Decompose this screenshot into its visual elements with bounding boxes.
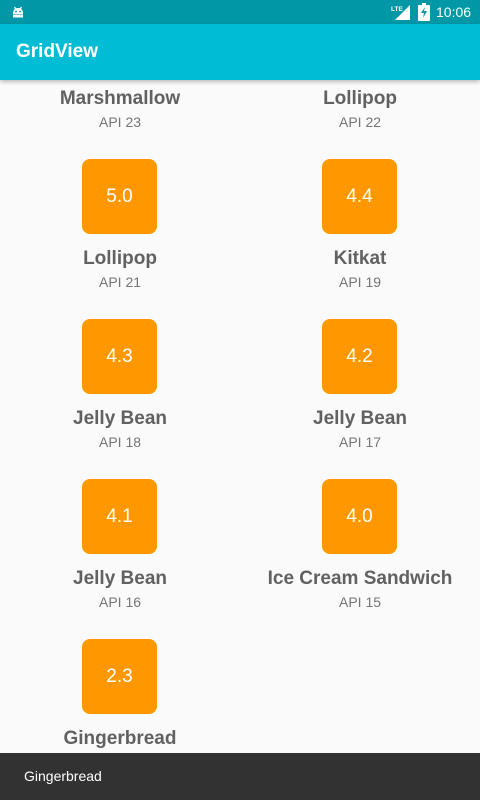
lte-signal-icon: LTE <box>391 5 410 20</box>
api-level-label: API 18 <box>98 434 142 450</box>
grid-item[interactable]: 2.3GingerbreadAPI 10 <box>0 619 240 753</box>
version-badge: 4.0 <box>322 479 397 554</box>
grid-item[interactable]: 4.4 Kitkat API 19 <box>240 139 480 299</box>
codename-label: Lollipop <box>323 88 397 109</box>
version-badge: 4.3 <box>82 319 157 394</box>
svg-text:LTE: LTE <box>391 6 403 13</box>
version-badge: 5.0 <box>82 159 157 234</box>
api-level-label: API 17 <box>338 434 382 450</box>
toast: Gingerbread <box>0 753 480 800</box>
app-bar: GridView <box>0 24 480 80</box>
toast-message: Gingerbread <box>24 768 102 784</box>
codename-label: Ice Cream Sandwich <box>267 568 453 589</box>
version-badge: 4.1 <box>82 479 157 554</box>
codename-label: Jelly Bean <box>313 408 407 429</box>
api-level-label: API 19 <box>338 274 382 290</box>
grid-item[interactable]: 5.1LollipopAPI 22 <box>240 80 480 139</box>
grid-item[interactable]: 4.3 Jelly Bean API 18 <box>0 299 240 459</box>
api-level-label: API 22 <box>338 114 382 130</box>
status-bar: LTE 10:06 <box>0 0 480 24</box>
codename-label: Marshmallow <box>59 88 181 109</box>
grid-item[interactable]: 4.2 Jelly Bean API 17 <box>240 299 480 459</box>
api-level-label: API 23 <box>98 114 142 130</box>
api-level-label: API 16 <box>98 594 142 610</box>
version-badge: 2.3 <box>82 639 157 714</box>
battery-charging-icon <box>418 3 430 21</box>
version-badge: 4.2 <box>322 319 397 394</box>
codename-label: Jelly Bean <box>73 408 167 429</box>
grid-view[interactable]: 6.0MarshmallowAPI 235.1LollipopAPI 225.0… <box>0 80 480 753</box>
android-icon <box>13 6 23 18</box>
codename-label: Gingerbread <box>63 728 177 749</box>
codename-label: Jelly Bean <box>73 568 167 589</box>
app-bar-title: GridView <box>16 41 99 62</box>
grid-item[interactable]: 6.0MarshmallowAPI 23 <box>0 80 240 139</box>
grid-item[interactable]: 4.0 Ice Cream Sandwich API 15 <box>240 459 480 619</box>
api-level-label: API 15 <box>338 594 382 610</box>
status-clock: 10:06 <box>436 4 472 20</box>
version-badge: 4.4 <box>322 159 397 234</box>
api-level-label: API 21 <box>98 274 142 290</box>
codename-label: Lollipop <box>83 248 157 269</box>
grid-item[interactable]: 4.1 Jelly Bean API 16 <box>0 459 240 619</box>
codename-label: Kitkat <box>333 248 387 269</box>
grid-item[interactable]: 5.0 Lollipop API 21 <box>0 139 240 299</box>
